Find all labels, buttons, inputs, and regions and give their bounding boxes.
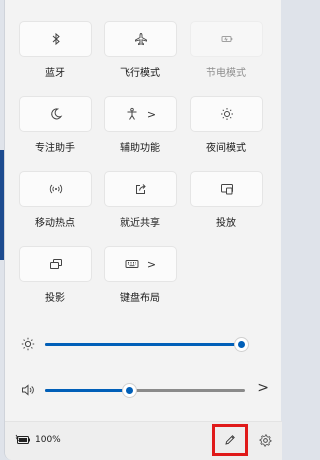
tile-mobile-hotspot[interactable] <box>19 171 92 207</box>
brightness-track-fill <box>45 343 241 346</box>
keyboard-icon <box>125 260 139 268</box>
brightness-slider[interactable] <box>17 334 277 354</box>
tile-accessibility-label: 辅助功能 <box>120 143 160 154</box>
hotspot-icon <box>49 184 62 194</box>
quick-settings-panel: 蓝牙 飞行模式 节电模式 专注助手 > 辅助功能 夜间模式 移动热点 就近共享 … <box>4 0 282 460</box>
chevron-right-icon[interactable]: > <box>147 108 156 121</box>
tile-battery-saver[interactable] <box>190 21 263 57</box>
tile-cast[interactable] <box>190 171 263 207</box>
volume-track-fill <box>45 389 129 392</box>
accessibility-icon <box>127 107 137 120</box>
tile-night-light-label: 夜间模式 <box>206 143 246 154</box>
gear-icon <box>259 434 271 446</box>
settings-button[interactable] <box>257 432 273 448</box>
tile-accessibility[interactable]: > <box>104 96 177 132</box>
pencil-icon <box>225 435 235 445</box>
moon-icon <box>50 108 62 120</box>
bluetooth-icon <box>52 32 60 46</box>
brightness-icon <box>220 108 233 120</box>
chevron-right-icon[interactable]: > <box>147 258 156 271</box>
volume-thumb[interactable] <box>123 384 136 397</box>
brightness-thumb[interactable] <box>235 338 248 351</box>
tile-project[interactable] <box>19 246 92 282</box>
tile-night-light[interactable] <box>190 96 263 132</box>
battery-status[interactable]: 100% <box>15 434 61 446</box>
tile-airplane-mode[interactable] <box>104 21 177 57</box>
tile-bluetooth[interactable] <box>19 21 92 57</box>
battery-charging-icon <box>15 434 30 444</box>
volume-output-chevron-icon[interactable]: > <box>257 380 269 396</box>
tile-focus-assist-label: 专注助手 <box>35 143 75 154</box>
edit-quick-settings-button[interactable] <box>212 424 248 456</box>
battery-saver-icon <box>221 36 232 42</box>
volume-track[interactable] <box>45 384 245 397</box>
tile-nearby-share[interactable] <box>104 171 177 207</box>
tile-cast-label: 投放 <box>216 218 236 229</box>
tile-mobile-hotspot-label: 移动热点 <box>35 218 75 229</box>
tile-battery-saver-label: 节电模式 <box>206 68 246 79</box>
volume-slider[interactable]: > <box>17 380 277 400</box>
airplane-icon <box>134 33 147 46</box>
quick-settings-footer: 100% <box>5 421 282 460</box>
tile-keyboard-layout-label: 键盘布局 <box>120 293 160 304</box>
tile-focus-assist[interactable] <box>19 96 92 132</box>
tile-bluetooth-label: 蓝牙 <box>45 68 65 79</box>
cast-icon <box>220 184 233 195</box>
tile-airplane-mode-label: 飞行模式 <box>120 68 160 79</box>
share-icon <box>135 184 146 194</box>
tile-nearby-share-label: 就近共享 <box>120 218 160 229</box>
speaker-icon <box>22 384 34 396</box>
tile-keyboard-layout[interactable]: > <box>104 246 177 282</box>
brightness-track[interactable] <box>45 338 248 351</box>
sun-icon <box>21 337 35 351</box>
battery-percentage: 100% <box>35 435 61 445</box>
tile-project-label: 投影 <box>45 293 65 304</box>
project-icon <box>49 259 62 269</box>
